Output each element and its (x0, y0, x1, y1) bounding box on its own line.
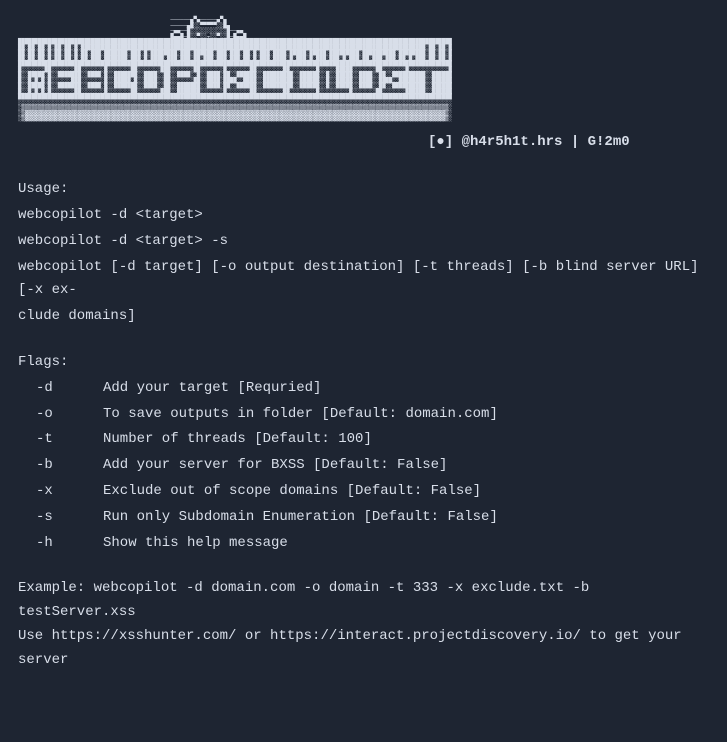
flag-name: -d (18, 377, 103, 401)
usage-line: webcopilot -d <target> (18, 204, 709, 228)
flag-desc: Show this help message (103, 532, 709, 556)
flag-name: -s (18, 506, 103, 530)
flag-desc: Number of threads [Default: 100] (103, 428, 709, 452)
flag-desc: Exclude out of scope domains [Default: F… (103, 480, 709, 504)
flag-row: -t Number of threads [Default: 100] (18, 428, 709, 452)
ascii-art-banner: ──────▄▀▄─────▄▀▄ ─────▄█░░▀▀▀▀▀░░█▄ ─▄▄… (18, 18, 709, 123)
usage-line: webcopilot [-d target] [-o output destin… (18, 256, 709, 304)
flag-row: -o To save outputs in folder [Default: d… (18, 403, 709, 427)
flag-desc: To save outputs in folder [Default: doma… (103, 403, 709, 427)
flag-row: -b Add your server for BXSS [Default: Fa… (18, 454, 709, 478)
example-line: Example: webcopilot -d domain.com -o dom… (18, 577, 709, 625)
flag-desc: Add your server for BXSS [Default: False… (103, 454, 709, 478)
flag-row: -s Run only Subdomain Enumeration [Defau… (18, 506, 709, 530)
flag-row: -h Show this help message (18, 532, 709, 556)
flag-row: -x Exclude out of scope domains [Default… (18, 480, 709, 504)
usage-line: clude domains] (18, 305, 709, 329)
flag-name: -t (18, 428, 103, 452)
flag-desc: Run only Subdomain Enumeration [Default:… (103, 506, 709, 530)
flag-name: -o (18, 403, 103, 427)
flag-row: -d Add your target [Requried] (18, 377, 709, 401)
flag-name: -h (18, 532, 103, 556)
flag-desc: Add your target [Requried] (103, 377, 709, 401)
flags-header: Flags: (18, 351, 709, 375)
example-note: Use https://xsshunter.com/ or https://in… (18, 625, 709, 673)
credit-line: [●] @h4r5h1t.hrs | G!2m0 (428, 131, 709, 155)
flag-name: -b (18, 454, 103, 478)
usage-header: Usage: (18, 178, 709, 202)
usage-line: webcopilot -d <target> -s (18, 230, 709, 254)
flag-name: -x (18, 480, 103, 504)
